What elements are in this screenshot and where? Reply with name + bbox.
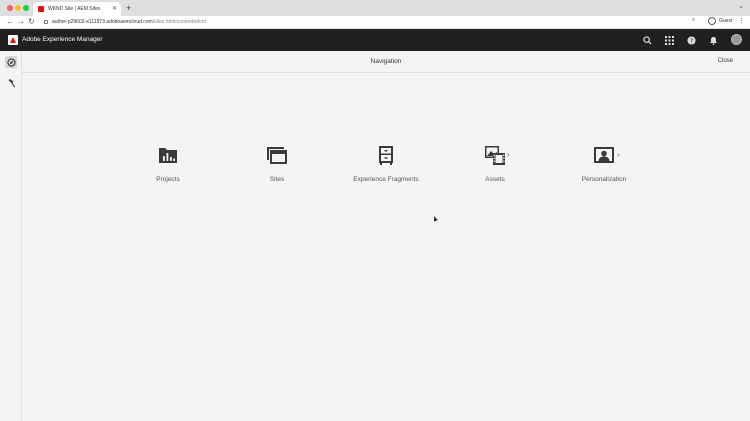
search-icon[interactable] (642, 36, 652, 45)
browser-tab[interactable]: WKND Site | AEM Sites ✕ (33, 2, 121, 16)
tab-title: WKND Site | AEM Sites (48, 6, 101, 12)
experience-fragments-icon (379, 146, 393, 165)
browser-menu-icon[interactable]: ⋮ (738, 17, 745, 25)
profile-button[interactable]: Guest (708, 17, 732, 25)
url-path: /sites.html/content/wknd (152, 19, 207, 25)
tile-label-assets: Assets (485, 176, 505, 183)
assets-icon (485, 146, 505, 165)
back-icon[interactable]: ← (6, 17, 14, 26)
left-rail (0, 51, 22, 421)
tile-sites[interactable]: Sites (237, 144, 317, 188)
help-icon[interactable]: ? (686, 36, 696, 45)
tile-label-experience-fragments: Experience Fragments (353, 176, 419, 183)
projects-icon (159, 148, 177, 163)
tile-assets[interactable]: › Assets (455, 144, 535, 188)
navigation-header: Navigation Close (22, 51, 750, 73)
zoom-icon[interactable]: ⌕ (692, 17, 695, 24)
sites-icon (267, 147, 287, 164)
lock-icon (44, 20, 48, 24)
tile-label-sites: Sites (269, 176, 285, 183)
svg-text:?: ? (689, 38, 692, 45)
tile-label-personalization: Personalization (581, 176, 627, 183)
minimize-window-icon[interactable] (15, 5, 21, 11)
notifications-bell-icon[interactable] (708, 36, 718, 45)
close-window-icon[interactable] (7, 5, 13, 11)
navigation-content: Projects Sites Experience Fragments › As… (22, 73, 750, 421)
page-title: Navigation (370, 58, 402, 65)
navigation-compass-button[interactable] (5, 56, 17, 68)
personalization-icon (594, 147, 614, 163)
reload-icon[interactable]: ↻ (28, 17, 35, 26)
tile-label-projects: Projects (156, 176, 180, 183)
new-tab-icon[interactable]: + (126, 3, 131, 13)
tools-hammer-button[interactable] (5, 77, 17, 89)
maximize-window-icon[interactable] (23, 5, 29, 11)
aem-shell-header: Adobe Experience Manager ? (0, 29, 750, 51)
tile-personalization[interactable]: › Personalization (564, 144, 644, 188)
compass-icon (6, 57, 16, 67)
browser-tab-strip: WKND Site | AEM Sites ✕ + ⌄ (0, 0, 750, 16)
solutions-grid-icon[interactable] (664, 36, 674, 45)
adobe-favicon-icon (38, 6, 44, 12)
user-avatar[interactable] (731, 34, 742, 45)
forward-icon[interactable]: → (17, 17, 25, 26)
tile-projects[interactable]: Projects (128, 144, 208, 188)
tab-search-icon[interactable]: ⌄ (738, 2, 744, 10)
url-host: author-p29602-e111973.adobeaemcloud.com (52, 19, 153, 25)
browser-toolbar: ← → ↻ author-p29602-e111973.adobeaemclou… (0, 16, 750, 29)
product-title[interactable]: Adobe Experience Manager (22, 36, 103, 43)
adobe-logo-icon[interactable] (8, 35, 18, 45)
profile-label: Guest (719, 18, 733, 24)
tab-close-icon[interactable]: ✕ (112, 5, 117, 12)
assets-chevron-right-icon: › (507, 150, 510, 159)
address-bar[interactable]: author-p29602-e111973.adobeaemcloud.com /… (44, 17, 704, 27)
hammer-icon (8, 78, 15, 87)
close-button[interactable]: Close (718, 58, 733, 64)
profile-avatar-icon (708, 17, 716, 25)
tile-experience-fragments[interactable]: Experience Fragments (346, 144, 426, 188)
personalization-chevron-right-icon: › (617, 150, 620, 159)
